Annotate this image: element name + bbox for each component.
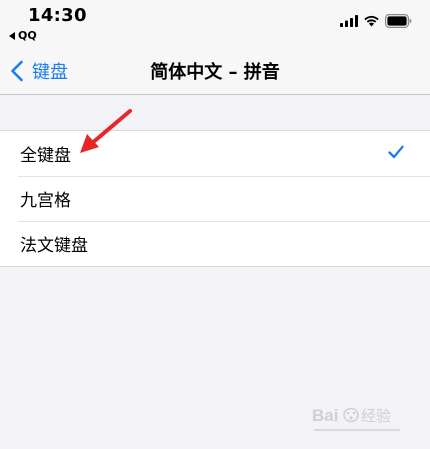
wifi-icon bbox=[364, 15, 379, 27]
cellular-signal-icon bbox=[340, 15, 358, 27]
back-to-app-link[interactable]: QQ bbox=[9, 29, 37, 42]
status-bar: 14:30 QQ bbox=[0, 0, 430, 48]
checkmark-icon bbox=[388, 145, 404, 159]
option-nine-grid[interactable]: 九宫格 bbox=[0, 176, 430, 221]
navigation-bar: 键盘 简体中文 – 拼音 bbox=[0, 48, 430, 95]
back-app-label: QQ bbox=[18, 29, 37, 42]
option-label: 法文键盘 bbox=[20, 236, 88, 256]
battery-icon bbox=[385, 14, 412, 28]
back-triangle-icon bbox=[9, 31, 15, 40]
svg-text:Bai: Bai bbox=[312, 406, 338, 425]
baidu-jingyan-watermark-logo: Bai 经验 bbox=[312, 406, 400, 431]
svg-text:经验: 经验 bbox=[361, 407, 391, 425]
status-time: 14:30 bbox=[28, 5, 87, 26]
page-title: 简体中文 – 拼音 bbox=[150, 62, 280, 83]
option-french-keyboard[interactable]: 法文键盘 bbox=[0, 221, 430, 266]
keyboard-layout-list: 全键盘 九宫格 法文键盘 bbox=[0, 130, 430, 267]
option-label: 全键盘 bbox=[20, 146, 71, 166]
option-full-keyboard[interactable]: 全键盘 bbox=[0, 131, 430, 176]
option-label: 九宫格 bbox=[20, 191, 71, 211]
